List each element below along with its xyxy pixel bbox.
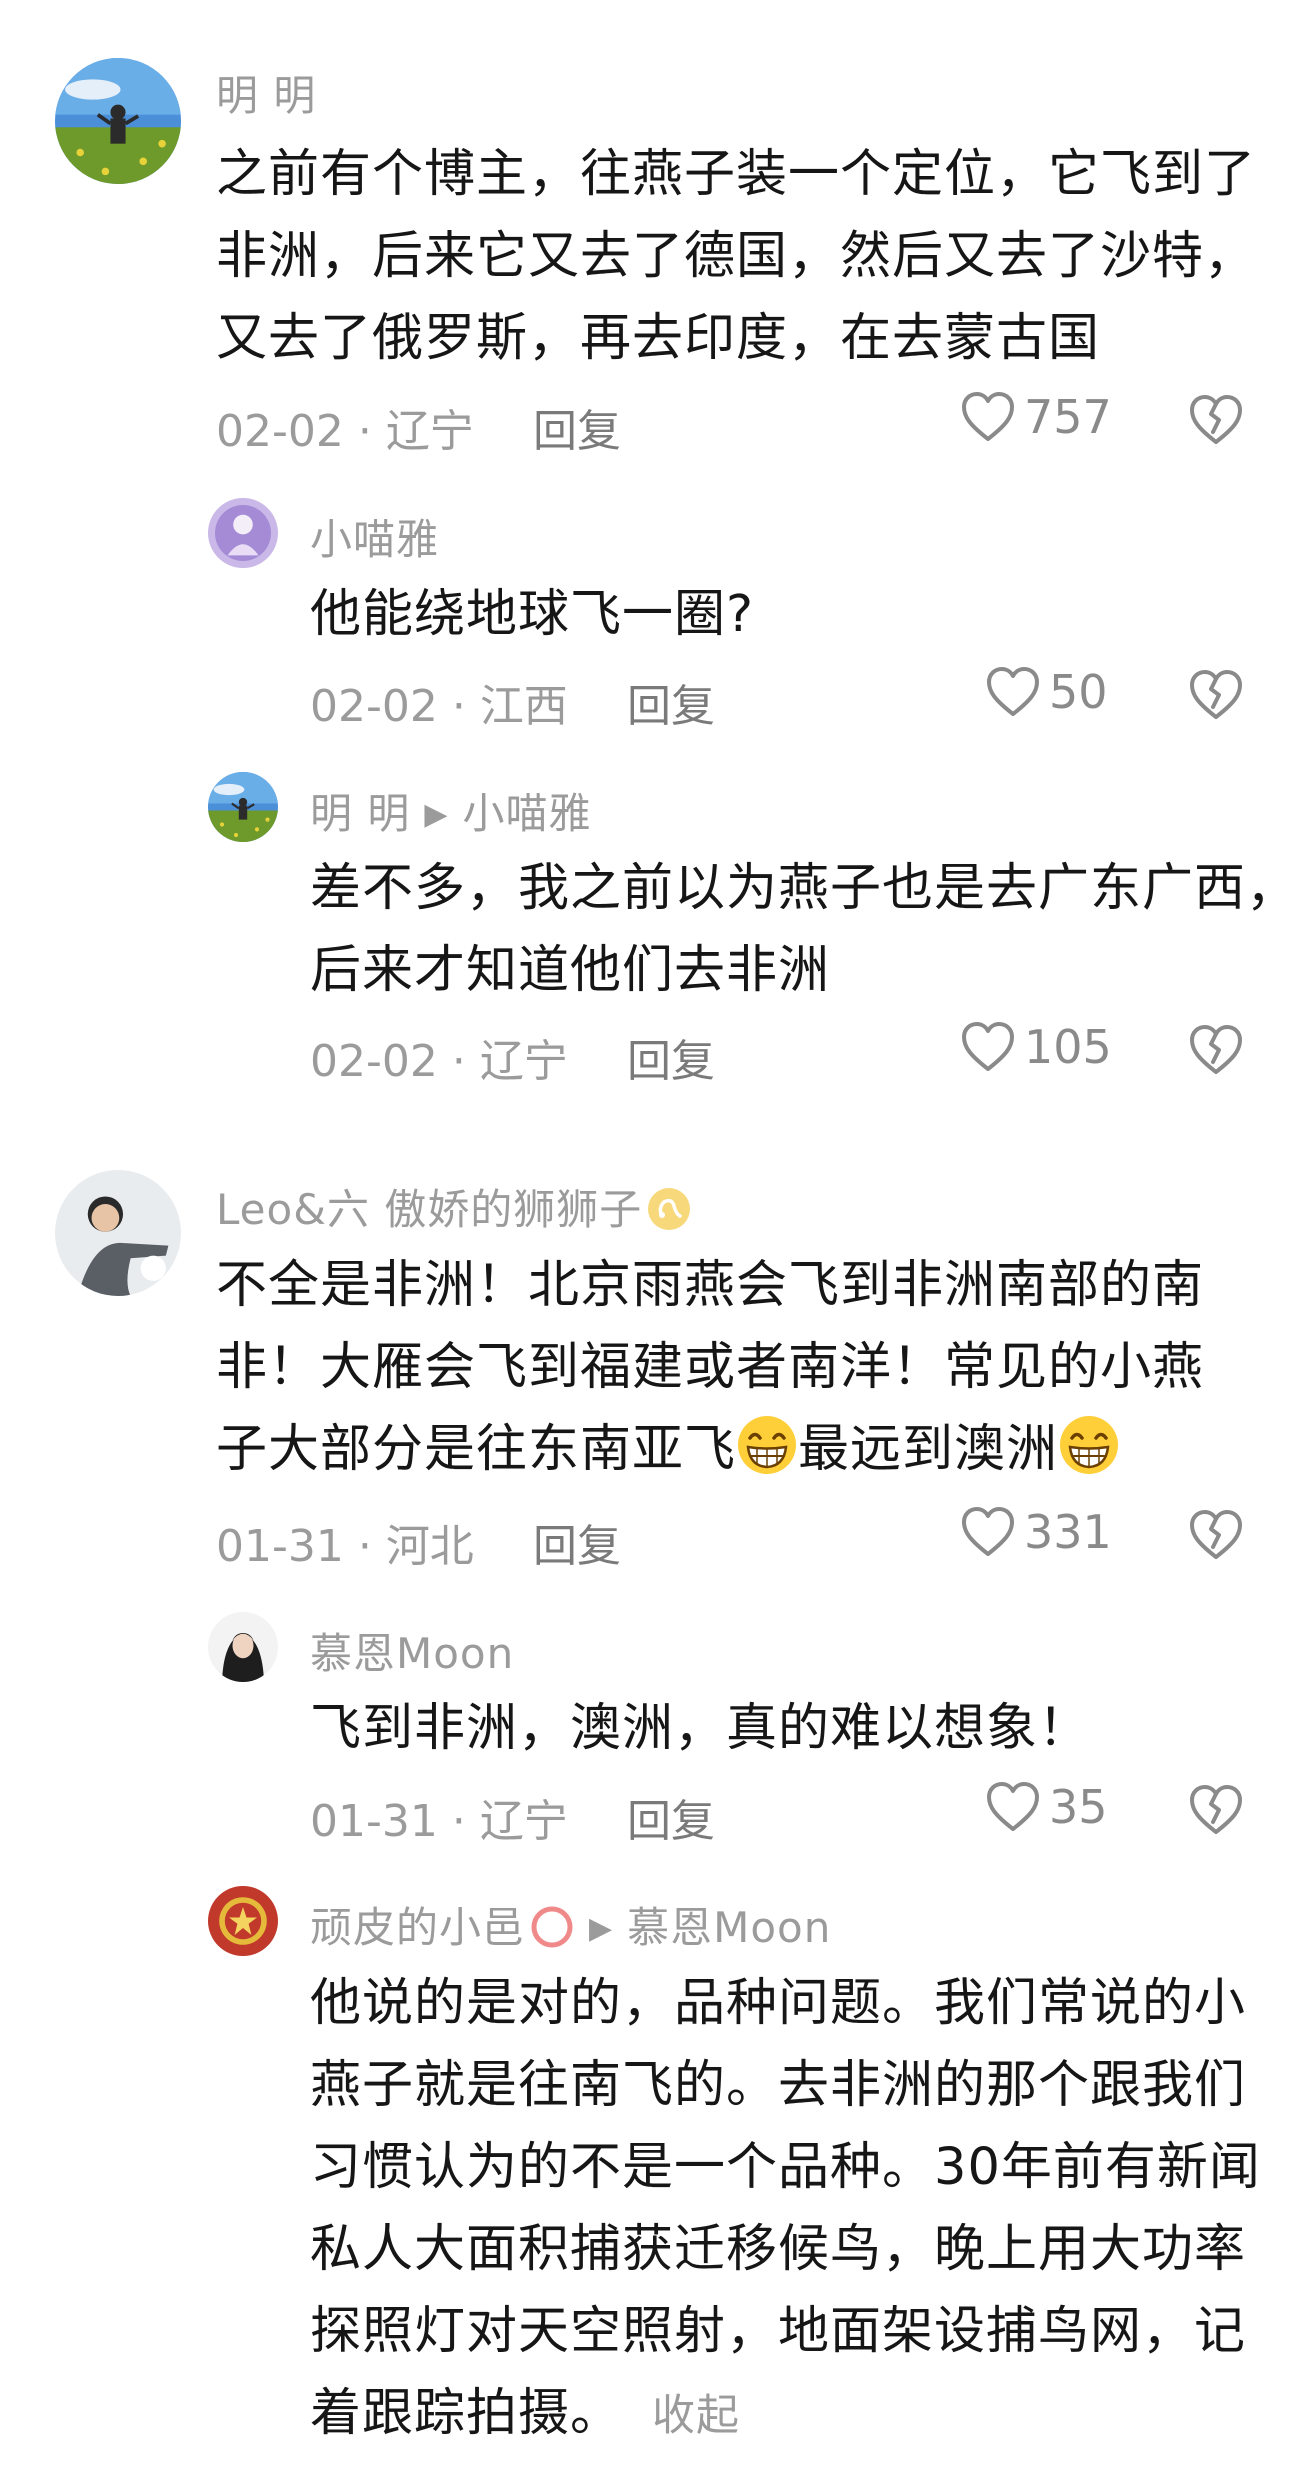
- like-button[interactable]: 105: [960, 1020, 1112, 1074]
- comment-text-line: 探照灯对天空照射，地面架设捕鸟网，记: [310, 2302, 1247, 2361]
- reply-button[interactable]: 回复: [627, 1025, 715, 1089]
- broken-heart-icon[interactable]: [1188, 1507, 1244, 1563]
- broken-heart-icon[interactable]: [1188, 667, 1244, 723]
- like-count: 35: [1049, 1780, 1108, 1834]
- comment-text: 差不多，我之前以为燕子也是去广东广西， 后来才知道他们去非洲: [310, 848, 1298, 1012]
- like-count: 105: [1024, 1020, 1112, 1074]
- reply-arrow-icon: ▶: [589, 1911, 614, 1946]
- username[interactable]: 小喵雅: [310, 506, 439, 567]
- heart-icon: [985, 1781, 1041, 1833]
- avatar[interactable]: [208, 1886, 278, 1956]
- username[interactable]: 明 明: [216, 62, 316, 123]
- avatar[interactable]: [208, 1612, 278, 1682]
- heart-icon: [960, 391, 1016, 443]
- comment-text-line: 不全是非洲！北京雨燕会飞到非洲南部的南: [216, 1256, 1205, 1315]
- comment-text-segment: 最远到澳洲: [798, 1420, 1059, 1479]
- like-button[interactable]: 331: [960, 1505, 1112, 1559]
- broken-heart-icon[interactable]: [1188, 392, 1244, 448]
- comment-text-line: 之前有个博主，往燕子装一个定位，它飞到了: [216, 145, 1257, 204]
- comment-meta: 02-02 · 辽宁: [310, 1036, 568, 1087]
- comment-text-line-with-emoji: 子大部分是往东南亚飞 最远到澳洲: [216, 1409, 1204, 1491]
- like-button[interactable]: 50: [985, 665, 1108, 719]
- comment-text-line: 又去了俄罗斯，再去印度，在去蒙古国: [216, 309, 1101, 368]
- comment-text: 飞到非洲，澳洲，真的难以想象！: [310, 1688, 1090, 1770]
- comment-text-line: 燕子就是往南飞的。去非洲的那个跟我们: [310, 2056, 1247, 2115]
- comment-text-line: 非！大雁会飞到福建或者南洋！常见的小燕: [216, 1338, 1205, 1397]
- broken-heart-icon[interactable]: [1188, 1022, 1244, 1078]
- comment-text: 他说的是对的，品种问题。我们常说的小 燕子就是往南飞的。去非洲的那个跟我们 习惯…: [310, 1963, 1261, 2457]
- reply-arrow-icon: ▶: [424, 797, 449, 832]
- broken-heart-icon[interactable]: [1188, 1782, 1244, 1838]
- comment-text: 他能绕地球飞一圈?: [310, 574, 754, 656]
- reply-to-username[interactable]: 小喵雅: [462, 789, 591, 838]
- like-button[interactable]: 35: [985, 1780, 1108, 1834]
- reply-button[interactable]: 回复: [533, 1510, 621, 1574]
- username-row: Leo&六 傲娇的狮狮子: [216, 1176, 692, 1237]
- like-count: 757: [1024, 390, 1112, 444]
- avatar-image: [55, 1170, 181, 1296]
- comment-text: 不全是非洲！北京雨燕会飞到非洲南部的南 非！大雁会飞到福建或者南洋！常见的小燕 …: [216, 1245, 1204, 1491]
- reply-to-username[interactable]: 慕恩Moon: [627, 1903, 831, 1952]
- like-count: 331: [1024, 1505, 1112, 1559]
- reply-header: 明 明 ▶ 小喵雅: [310, 780, 591, 841]
- leo-zodiac-badge-icon: [648, 1188, 691, 1230]
- comment-text-line-last: 着跟踪拍摄。 收起: [310, 2373, 1261, 2457]
- reply-button[interactable]: 回复: [627, 1785, 715, 1849]
- comment-text-segment: 子大部分是往东南亚飞: [216, 1420, 737, 1479]
- avatar-image: [208, 1612, 278, 1682]
- comment-text-line: 他能绕地球飞一圈?: [310, 585, 755, 644]
- username[interactable]: 慕恩Moon: [310, 1620, 514, 1681]
- collapse-button[interactable]: 收起: [652, 2391, 740, 2441]
- username[interactable]: Leo&六 傲娇的狮狮子: [216, 1185, 642, 1234]
- comment-meta: 02-02 · 辽宁: [216, 406, 474, 457]
- grinning-emoji-icon: [736, 1414, 798, 1476]
- reply-header: 顽皮的小邑 ▶ 慕恩Moon: [310, 1894, 831, 1955]
- comment-text-line: 非洲，后来它又去了德国，然后又去了沙特，: [216, 227, 1257, 286]
- comment-meta: 02-02 · 江西: [310, 681, 568, 732]
- comment-meta: 01-31 · 辽宁: [310, 1796, 568, 1847]
- reply-button[interactable]: 回复: [533, 395, 621, 459]
- avatar-image: [208, 772, 278, 842]
- avatar[interactable]: [55, 1170, 181, 1296]
- heart-icon: [985, 666, 1041, 718]
- avatar-image: [55, 58, 181, 184]
- comment-text-line: 习惯认为的不是一个品种。30年前有新闻: [310, 2138, 1261, 2197]
- avatar-image: [208, 1886, 278, 1956]
- comment-meta: 01-31 · 河北: [216, 1521, 474, 1572]
- comment-text-segment: 着跟踪拍摄。: [310, 2384, 623, 2443]
- grinning-emoji-icon: [1058, 1414, 1120, 1476]
- comment-text-line: 私人大面积捕获迁移候鸟，晚上用大功率: [310, 2220, 1247, 2279]
- like-button[interactable]: 757: [960, 390, 1112, 444]
- heart-icon: [960, 1021, 1016, 1073]
- comment-text-line: 差不多，我之前以为燕子也是去广东广西，: [310, 859, 1299, 918]
- avatar[interactable]: [208, 772, 278, 842]
- like-count: 50: [1049, 665, 1108, 719]
- comment-text: 之前有个博主，往燕子装一个定位，它飞到了 非洲，后来它又去了德国，然后又去了沙特…: [216, 134, 1256, 380]
- username[interactable]: 顽皮的小邑: [310, 1903, 525, 1952]
- comment-text-line: 后来才知道他们去非洲: [310, 941, 831, 1000]
- reply-button[interactable]: 回复: [627, 670, 715, 734]
- username[interactable]: 明 明: [310, 789, 410, 838]
- heart-icon: [960, 1506, 1016, 1558]
- avatar[interactable]: [208, 498, 278, 568]
- avatar-image: [208, 498, 278, 568]
- comment-text-line: 飞到非洲，澳洲，真的难以想象！: [310, 1699, 1091, 1758]
- comment-text-line: 他说的是对的，品种问题。我们常说的小: [310, 1974, 1247, 2033]
- ring-badge-icon: [531, 1906, 573, 1948]
- avatar[interactable]: [55, 58, 181, 184]
